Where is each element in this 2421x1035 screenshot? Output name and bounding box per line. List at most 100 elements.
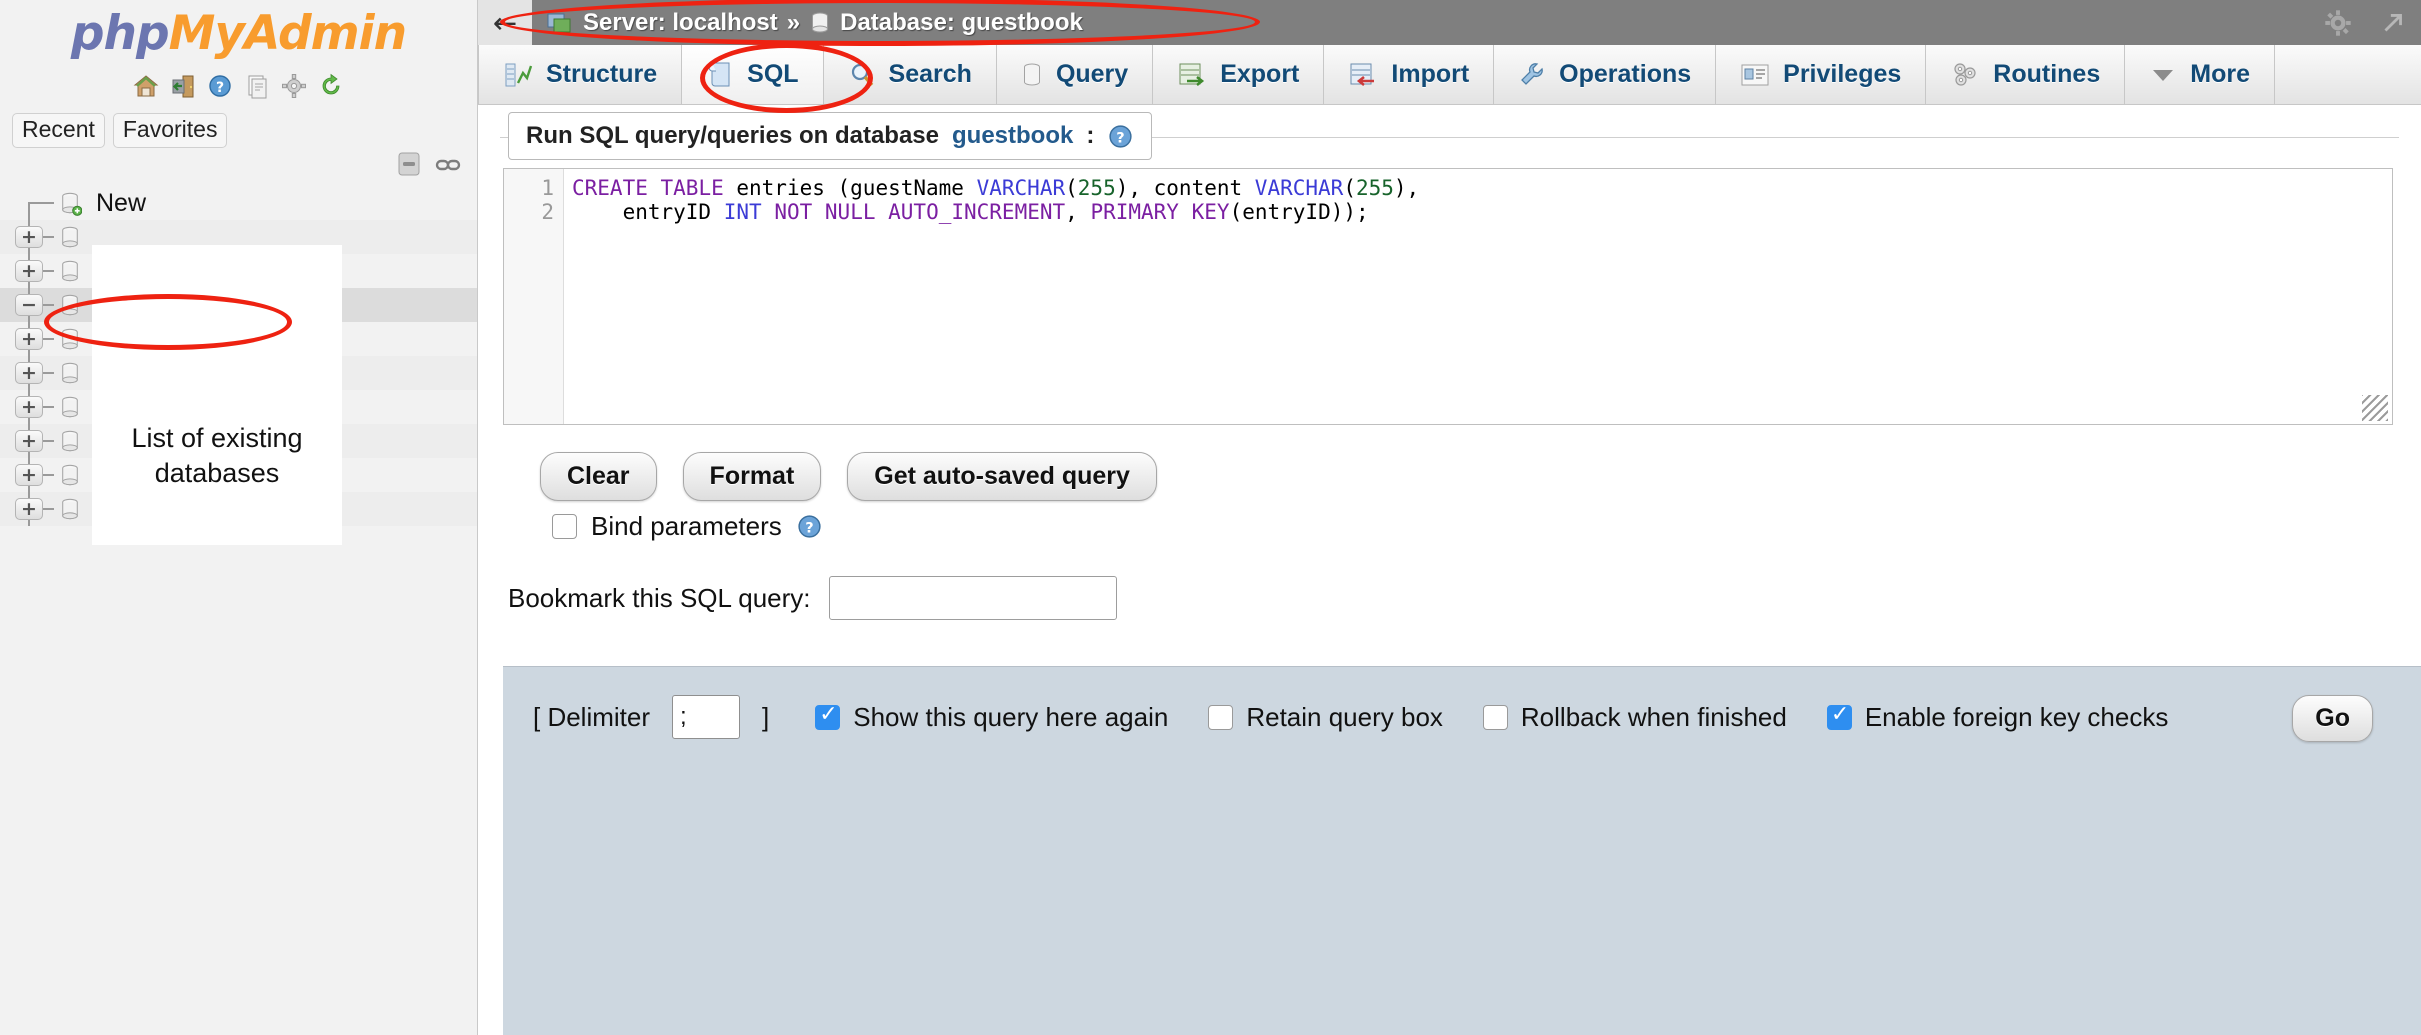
tab-query[interactable]: Query — [997, 45, 1153, 104]
bookmark-label: Bookmark this SQL query: — [508, 583, 811, 614]
bind-parameters-checkbox[interactable] — [552, 514, 577, 539]
help-icon[interactable]: ? — [207, 73, 233, 99]
expand-node-icon[interactable]: + — [15, 396, 43, 418]
expand-node-icon[interactable]: + — [15, 226, 43, 248]
rollback-when-finished-label: Rollback when finished — [1521, 702, 1787, 733]
sql-token: ( — [1343, 176, 1356, 200]
database-icon — [58, 463, 82, 488]
enable-foreign-key-checks-checkbox[interactable] — [1827, 705, 1852, 730]
sql-options-footer: [ Delimiter ; ] Show this query here aga… — [503, 666, 2421, 1035]
sql-code-text[interactable]: CREATE TABLE entries (guestName VARCHAR(… — [564, 169, 2392, 424]
operations-icon — [1518, 61, 1546, 89]
sql-token: VARCHAR — [1255, 176, 1344, 200]
expand-node-icon[interactable]: + — [15, 362, 43, 384]
sidebar-icon-row: ? — [0, 71, 477, 101]
enable-foreign-key-checks-option[interactable]: Enable foreign key checks — [1827, 702, 2169, 733]
chevron-down-icon — [2149, 65, 2177, 85]
retain-query-box-option[interactable]: Retain query box — [1208, 702, 1443, 733]
breadcrumb-separator: » — [787, 9, 800, 37]
favorites-button[interactable]: Favorites — [113, 113, 228, 148]
sql-editor[interactable]: 1 2 CREATE TABLE entries (guestName VARC… — [503, 168, 2393, 425]
format-button[interactable]: Format — [683, 452, 822, 501]
show-query-again-option[interactable]: Show this query here again — [815, 702, 1168, 733]
svg-text:?: ? — [805, 521, 813, 537]
gear-icon[interactable] — [2323, 8, 2353, 38]
server-icon — [546, 10, 574, 36]
legend-text: Run SQL query/queries on database — [526, 122, 939, 150]
logo-my: My — [169, 6, 244, 61]
tab-more[interactable]: More — [2125, 45, 2275, 104]
sql-token: INT — [724, 200, 762, 224]
tree-row[interactable]: New — [0, 186, 478, 220]
tab-import-label: Import — [1391, 60, 1469, 89]
tab-export[interactable]: Export — [1153, 45, 1324, 104]
settings-icon[interactable] — [281, 73, 307, 99]
help-icon[interactable]: ? — [1107, 123, 1134, 150]
home-icon[interactable] — [133, 73, 159, 99]
breadcrumb-database[interactable]: Database: guestbook — [840, 9, 1083, 37]
editor-resize-handle[interactable] — [2362, 395, 2388, 421]
expand-icon[interactable] — [2379, 9, 2407, 37]
line-number: 1 — [504, 176, 563, 200]
expand-node-icon[interactable]: + — [15, 498, 43, 520]
tab-privileges-label: Privileges — [1783, 60, 1901, 89]
routines-icon — [1950, 61, 1980, 89]
clear-button[interactable]: Clear — [540, 452, 657, 501]
rollback-when-finished-option[interactable]: Rollback when finished — [1483, 702, 1787, 733]
database-icon — [58, 395, 82, 420]
query-icon — [1021, 61, 1043, 89]
sql-token: 255 — [1078, 176, 1116, 200]
tab-privileges[interactable]: Privileges — [1716, 45, 1926, 104]
structure-icon — [503, 61, 533, 89]
sql-token: entryID — [572, 200, 724, 224]
back-button[interactable]: ← — [478, 0, 532, 45]
expand-node-icon[interactable]: + — [15, 328, 43, 350]
reload-icon[interactable] — [318, 73, 344, 99]
legend-colon: : — [1086, 122, 1094, 150]
docs-icon[interactable] — [244, 73, 270, 99]
import-icon — [1348, 61, 1378, 89]
expand-node-icon[interactable]: + — [15, 464, 43, 486]
privileges-icon — [1740, 62, 1770, 88]
show-query-again-checkbox[interactable] — [815, 705, 840, 730]
sql-token: ( — [1065, 176, 1078, 200]
logout-icon[interactable] — [170, 73, 196, 99]
collapse-panel-icon[interactable] — [395, 150, 425, 180]
tab-search[interactable]: Search — [824, 45, 997, 104]
delimiter-input[interactable]: ; — [672, 695, 740, 739]
tab-operations[interactable]: Operations — [1494, 45, 1716, 104]
sql-token: (entryID)); — [1230, 200, 1369, 224]
breadcrumb-server[interactable]: Server: localhost — [583, 9, 778, 37]
link-with-main-panel-icon[interactable] — [435, 154, 461, 176]
phpmyadmin-logo[interactable]: phpMyAdmin — [0, 0, 477, 61]
tab-sql[interactable]: SQL — [682, 45, 823, 104]
sql-token: NULL — [825, 200, 876, 224]
bookmark-input[interactable] — [829, 576, 1117, 620]
help-icon[interactable]: ? — [796, 513, 823, 540]
tab-routines[interactable]: Routines — [1926, 45, 2125, 104]
tree-item-label[interactable]: New — [96, 189, 146, 218]
expand-node-icon[interactable]: + — [15, 260, 43, 282]
tab-structure-label: Structure — [546, 60, 657, 89]
tree-horizontal-line — [28, 202, 54, 204]
database-icon — [58, 429, 82, 454]
retain-query-box-checkbox[interactable] — [1208, 705, 1233, 730]
search-icon — [848, 61, 876, 89]
editor-gutter: 1 2 — [504, 169, 564, 424]
delimiter-open-bracket: [ Delimiter — [533, 702, 650, 733]
sql-token: KEY — [1192, 200, 1230, 224]
run-sql-legend: Run SQL query/queries on database guestb… — [508, 112, 1152, 160]
show-query-again-label: Show this query here again — [853, 702, 1168, 733]
expand-node-icon[interactable]: + — [15, 430, 43, 452]
recent-button[interactable]: Recent — [12, 113, 105, 148]
get-auto-saved-query-button[interactable]: Get auto-saved query — [847, 452, 1157, 501]
database-list-annotation: List of existing databases — [92, 385, 342, 545]
tab-more-label: More — [2190, 60, 2250, 89]
navigation-sidebar: phpMyAdmin ? — [0, 0, 478, 1035]
enable-foreign-key-checks-label: Enable foreign key checks — [1865, 702, 2169, 733]
rollback-when-finished-checkbox[interactable] — [1483, 705, 1508, 730]
go-button[interactable]: Go — [2292, 695, 2373, 742]
collapse-node-icon[interactable]: − — [15, 294, 43, 316]
tab-import[interactable]: Import — [1324, 45, 1494, 104]
tab-structure[interactable]: Structure — [478, 45, 682, 104]
